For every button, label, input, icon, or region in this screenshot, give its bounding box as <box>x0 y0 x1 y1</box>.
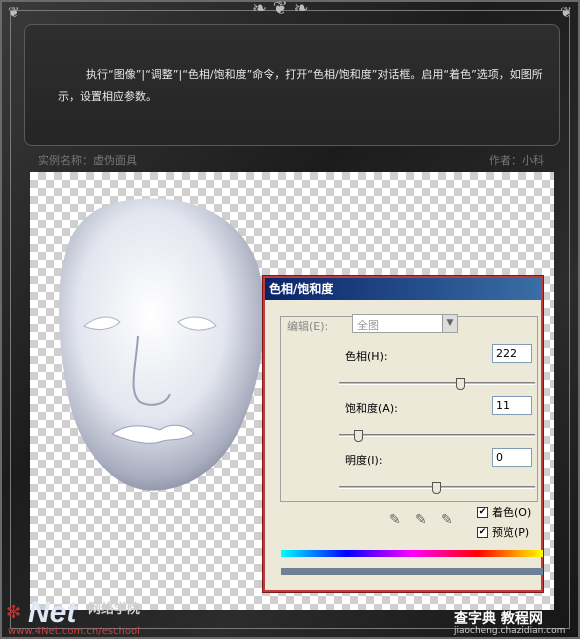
checkmark-icon[interactable]: ✔ <box>477 506 488 518</box>
preview-label: 预览(P) <box>492 526 530 539</box>
eyedropper-minus-icon[interactable]: ✎ <box>441 512 453 528</box>
lightness-input[interactable]: 0 <box>492 448 532 467</box>
author-label: 作者：小科 <box>489 154 544 167</box>
dialog-title[interactable]: 色相/饱和度 <box>265 278 541 300</box>
intro-text: 执行“图像”|“调整”|“色相/饱和度”命令，打开“色相/饱和度”对话框。启用“… <box>58 68 543 103</box>
edit-label: 编辑(E): <box>287 320 329 333</box>
example-name: 实例名称：虚伪面具 <box>38 154 137 167</box>
colorize-checkbox[interactable]: ✔ 着色(O) <box>477 504 531 520</box>
checkmark-icon[interactable]: ✔ <box>477 526 488 538</box>
watermark-title: 查字典 教程网 <box>454 611 543 627</box>
color-spectrum-bar <box>281 550 543 557</box>
saturation-input[interactable]: 11 <box>492 396 532 415</box>
hue-label: 色相(H): <box>345 350 388 363</box>
logo-url: www.4Net.com.cn/eschool <box>8 626 140 637</box>
result-color-bar <box>281 568 543 575</box>
watermark-url: jiaocheng.chazidian.com <box>454 626 566 636</box>
hue-slider[interactable] <box>339 378 535 390</box>
site-logo: ✻ Net 网络学院 www.4Net.com.cn/eschool <box>6 596 176 638</box>
saturation-slider-thumb[interactable] <box>353 430 363 442</box>
logo-cn-name: 网络学院 <box>88 602 141 617</box>
edit-select[interactable]: 全图 ▼ <box>352 314 458 333</box>
logo-mark-icon: ✻ <box>6 602 22 623</box>
lightness-label: 明度(I): <box>345 454 383 467</box>
corner-ornament-icon: ❦ <box>8 5 20 21</box>
top-ornament-icon: ❧ ❦ ❧ <box>252 0 309 19</box>
corner-ornament-icon: ❦ <box>560 5 572 21</box>
lightness-slider-thumb[interactable] <box>432 482 441 494</box>
chevron-down-icon[interactable]: ▼ <box>442 315 457 332</box>
page-frame: ❦ ❦ ❧ ❦ ❧ 执行“图像”|“调整”|“色相/饱和度”命令，打开“色相/饱… <box>0 0 580 639</box>
preview-checkbox[interactable]: ✔ 预览(P) <box>477 524 529 540</box>
hue-saturation-dialog[interactable]: 色相/饱和度 编辑(E): 全图 ▼ 色相(H): 222 饱和度(A): 11… <box>263 276 543 592</box>
saturation-label: 饱和度(A): <box>345 402 398 415</box>
saturation-slider[interactable] <box>339 430 535 442</box>
eyedropper-plus-icon[interactable]: ✎ <box>415 512 427 528</box>
image-canvas: 色相/饱和度 编辑(E): 全图 ▼ 色相(H): 222 饱和度(A): 11… <box>30 172 554 610</box>
mask-image <box>58 198 265 491</box>
eyedropper-icon[interactable]: ✎ <box>389 512 401 528</box>
lightness-slider[interactable] <box>339 482 535 494</box>
edit-select-value: 全图 <box>357 319 379 332</box>
hue-slider-thumb[interactable] <box>455 378 465 390</box>
colorize-label: 着色(O) <box>492 506 532 519</box>
logo-net-text: Net <box>28 596 77 629</box>
hue-input[interactable]: 222 <box>492 344 532 363</box>
